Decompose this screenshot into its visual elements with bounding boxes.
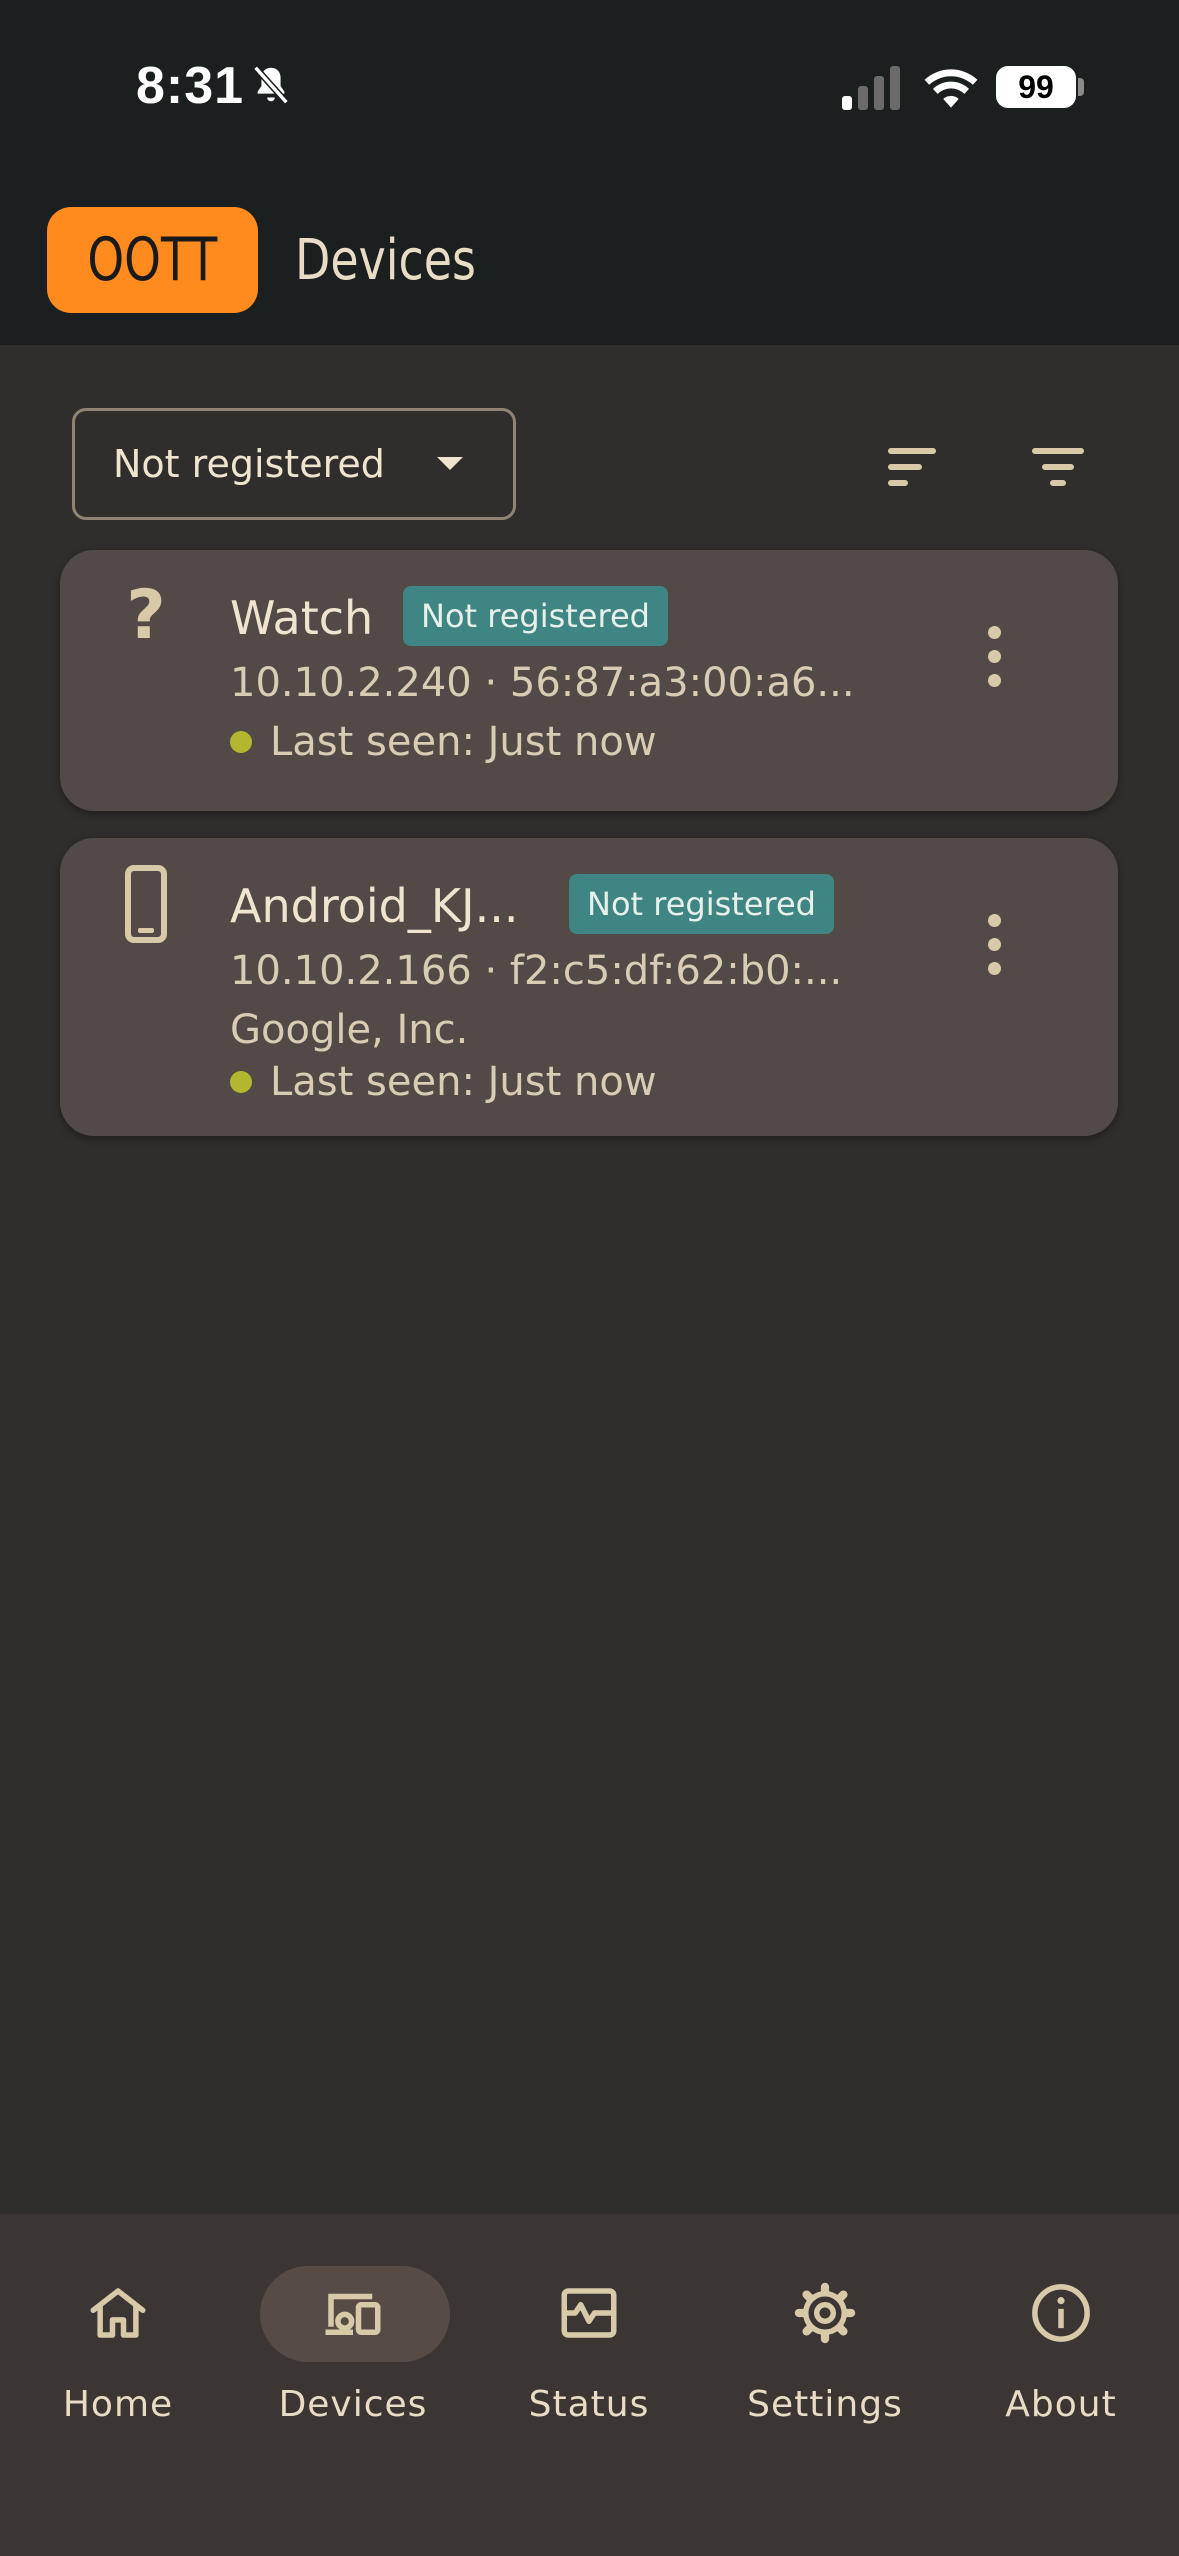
filter-icon[interactable] <box>1022 430 1094 502</box>
info-icon <box>1032 2284 1090 2342</box>
nav-item-about[interactable]: About <box>946 2254 1176 2444</box>
device-vendor: Google, Inc. <box>230 1007 469 1053</box>
phone-icon <box>125 865 167 943</box>
device-address: 10.10.2.240 · 56:87:a3:00:a6... <box>230 660 855 706</box>
devices-icon <box>325 2293 381 2335</box>
bottom-navigation: Home Devices Status Settings About <box>0 2214 1179 2556</box>
device-name: Android_KJ... <box>230 879 519 933</box>
device-address: 10.10.2.166 · f2:c5:df:62:b0:... <box>230 948 843 994</box>
more-options-icon[interactable] <box>960 612 1030 702</box>
registration-filter-value: Not registered <box>113 442 385 486</box>
nav-label: About <box>1005 2384 1117 2425</box>
last-seen-text: Last seen: Just now <box>270 1059 657 1105</box>
nav-label: Settings <box>747 2384 903 2425</box>
device-card[interactable]: Android_KJ... Not registered 10.10.2.166… <box>60 838 1118 1136</box>
battery-tip <box>1078 78 1084 96</box>
more-options-icon[interactable] <box>960 900 1030 990</box>
last-seen-text: Last seen: Just now <box>270 719 657 765</box>
page-title: Devices <box>295 228 476 293</box>
app-bar: OOTT Devices <box>0 175 1179 345</box>
device-card[interactable]: ? Watch Not registered 10.10.2.240 · 56:… <box>60 550 1118 811</box>
nav-item-home[interactable]: Home <box>3 2254 233 2444</box>
battery-indicator: 99 <box>996 66 1076 108</box>
bell-slash-icon <box>253 65 289 105</box>
nav-item-status[interactable]: Status <box>474 2254 704 2444</box>
nav-label: Home <box>62 2384 174 2425</box>
nav-label: Devices <box>278 2384 428 2425</box>
registration-badge: Not registered <box>569 874 834 934</box>
app-logo: OOTT <box>47 207 258 313</box>
status-bar: 8:31 99 <box>0 0 1179 175</box>
signal-icon <box>842 66 900 110</box>
wifi-icon <box>924 69 978 108</box>
status-icon <box>561 2288 617 2338</box>
status-time: 8:31 <box>136 57 245 115</box>
registration-filter-select[interactable]: Not registered <box>72 408 516 520</box>
registration-badge: Not registered <box>403 586 668 646</box>
home-icon <box>90 2288 146 2338</box>
nav-label: Status <box>528 2384 650 2425</box>
unknown-device-icon: ? <box>126 576 166 655</box>
sort-icon[interactable] <box>876 430 948 502</box>
app-logo-text: OOTT <box>87 225 218 295</box>
dropdown-arrow-icon <box>437 457 463 470</box>
gear-icon <box>794 2282 856 2344</box>
online-status-dot <box>230 731 252 753</box>
device-name: Watch <box>230 591 374 645</box>
nav-item-settings[interactable]: Settings <box>710 2254 940 2444</box>
nav-item-devices[interactable]: Devices <box>238 2254 468 2444</box>
online-status-dot <box>230 1071 252 1093</box>
